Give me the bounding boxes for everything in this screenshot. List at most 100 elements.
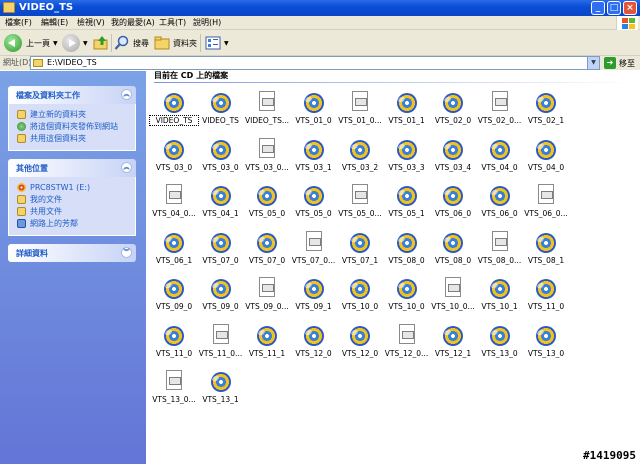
file-item[interactable]: VTS_07_0... [290, 225, 338, 269]
file-item[interactable]: VTS_03_3 [383, 132, 431, 176]
place-drive-e[interactable]: PRC8STW1 (E:) [17, 181, 129, 193]
file-item[interactable]: VTS_10_0 [383, 271, 431, 315]
collapse-icon[interactable]: ︽ [121, 162, 132, 173]
file-name: VTS_09_0... [245, 302, 289, 311]
file-item[interactable]: VTS_06_0 [429, 178, 477, 222]
details-header[interactable]: 詳細資料 ︾ [8, 244, 136, 262]
file-name: VTS_01_1 [388, 116, 425, 125]
search-button[interactable]: 搜尋 [114, 33, 149, 53]
folders-button[interactable]: 資料夾 [154, 33, 197, 53]
menu-favorites[interactable]: 我的最愛(A) [111, 17, 155, 29]
place-network[interactable]: 網路上的芳鄰 [17, 217, 129, 229]
document-file-icon [491, 91, 508, 111]
file-item[interactable]: VTS_04_1 [197, 178, 245, 222]
file-item[interactable]: VTS_04_0 [522, 132, 570, 176]
file-item[interactable]: VTS_06_0... [522, 178, 570, 222]
place-my-documents[interactable]: 我的文件 [17, 193, 129, 205]
dvd-file-icon [489, 325, 510, 346]
file-item[interactable]: VTS_03_2 [336, 132, 384, 176]
file-item[interactable]: VTS_01_1 [383, 85, 431, 129]
address-input[interactable]: E:\VIDEO_TS ▼ [30, 56, 600, 70]
place-label: PRC8STW1 (E:) [30, 182, 91, 192]
menu-file[interactable]: 檔案(F) [5, 17, 32, 29]
other-places-header[interactable]: 其他位置 ︽ [8, 159, 136, 177]
expand-icon[interactable]: ︾ [121, 247, 132, 258]
back-button[interactable]: 上一頁 ▼ [4, 33, 58, 53]
forward-button[interactable]: ▼ [62, 33, 88, 53]
dvd-file-icon [396, 279, 417, 299]
chevron-down-icon[interactable]: ▼ [587, 57, 599, 69]
file-item[interactable]: VTS_12_0 [336, 318, 384, 362]
file-item[interactable]: VTS_03_0... [243, 132, 291, 176]
file-item[interactable]: VTS_09_0... [243, 271, 291, 315]
file-item[interactable]: VTS_09_0 [150, 271, 198, 315]
file-item[interactable]: VTS_12_0... [383, 318, 431, 362]
task-share-folder[interactable]: 共用這個資料夾 [17, 132, 129, 144]
file-item[interactable]: VTS_03_0 [197, 132, 245, 176]
file-item[interactable]: VTS_09_1 [290, 271, 338, 315]
file-item[interactable]: VTS_12_0 [290, 318, 338, 362]
close-button[interactable]: × [623, 1, 637, 15]
file-tasks-header[interactable]: 檔案及資料夾工作 ︽ [8, 86, 136, 104]
file-item[interactable]: VTS_02_1 [522, 85, 570, 129]
file-item[interactable]: VTS_08_1 [522, 225, 570, 269]
file-item[interactable]: VTS_13_0 [476, 318, 524, 362]
file-item[interactable]: VTS_11_0 [522, 271, 570, 315]
file-item[interactable]: VTS_12_1 [429, 318, 477, 362]
file-item[interactable]: VTS_11_1 [243, 318, 291, 362]
menu-bar: 檔案(F) 編輯(E) 檢視(V) 我的最愛(A) 工具(T) 說明(H) [0, 16, 640, 30]
menu-help[interactable]: 說明(H) [193, 17, 221, 29]
file-item[interactable]: VTS_05_1 [383, 178, 431, 222]
file-item[interactable]: VTS_01_0 [290, 85, 338, 129]
go-button[interactable]: ➜ 移至 [604, 56, 635, 70]
file-item[interactable]: VTS_09_0 [197, 271, 245, 315]
file-item[interactable]: VTS_01_0... [336, 85, 384, 129]
title-bar[interactable]: VIDEO_TS _ □ × [0, 0, 640, 16]
file-item[interactable]: VIDEO_TS [197, 85, 245, 129]
file-item[interactable]: VTS_13_1 [197, 364, 245, 408]
file-item[interactable]: VTS_06_1 [150, 225, 198, 269]
up-folder-button[interactable] [93, 33, 109, 53]
file-item[interactable]: VTS_07_0 [243, 225, 291, 269]
file-item[interactable]: VTS_07_1 [336, 225, 384, 269]
file-item[interactable]: VTS_02_0... [476, 85, 524, 129]
file-item[interactable]: VTS_05_0... [336, 178, 384, 222]
task-publish-web[interactable]: 將這個資料夾發佈到網站 [17, 120, 129, 132]
file-item[interactable]: VTS_05_0 [290, 178, 338, 222]
file-item[interactable]: VTS_10_0... [429, 271, 477, 315]
file-item[interactable]: VTS_08_0 [429, 225, 477, 269]
menu-edit[interactable]: 編輯(E) [41, 17, 68, 29]
file-item[interactable]: VTS_02_0 [429, 85, 477, 129]
file-item[interactable]: VTS_03_4 [429, 132, 477, 176]
shared-folder-icon [17, 206, 26, 216]
chevron-down-icon[interactable]: ▼ [83, 40, 88, 47]
file-item[interactable]: VIDEO_TS... [243, 85, 291, 129]
file-item[interactable]: VTS_04_0... [150, 178, 198, 222]
file-item[interactable]: VTS_08_0 [383, 225, 431, 269]
place-shared-documents[interactable]: 共用文件 [17, 205, 129, 217]
file-item[interactable]: VTS_10_1 [476, 271, 524, 315]
task-new-folder[interactable]: 建立新的資料夾 [17, 108, 129, 120]
file-item[interactable]: VTS_11_0... [197, 318, 245, 362]
file-item[interactable]: VTS_13_0... [150, 364, 198, 408]
collapse-icon[interactable]: ︽ [121, 89, 132, 100]
file-item[interactable]: VTS_07_0 [197, 225, 245, 269]
chevron-down-icon[interactable]: ▼ [224, 40, 229, 47]
file-item[interactable]: VTS_03_1 [290, 132, 338, 176]
file-item[interactable]: VTS_08_0... [476, 225, 524, 269]
file-item[interactable]: VTS_13_0 [522, 318, 570, 362]
file-name: VTS_08_1 [527, 255, 565, 265]
file-item[interactable]: VTS_04_0 [476, 132, 524, 176]
menu-view[interactable]: 檢視(V) [77, 17, 105, 29]
file-item[interactable]: VTS_11_0 [150, 318, 198, 362]
views-button[interactable]: ▼ [205, 33, 229, 53]
menu-tools[interactable]: 工具(T) [159, 17, 186, 29]
file-item[interactable]: VTS_03_0 [150, 132, 198, 176]
file-item[interactable]: VTS_06_0 [476, 178, 524, 222]
maximize-button[interactable]: □ [607, 1, 621, 15]
file-item[interactable]: VTS_05_0 [243, 178, 291, 222]
chevron-down-icon[interactable]: ▼ [53, 40, 58, 47]
file-item[interactable]: VIDEO_TS [149, 85, 199, 129]
file-item[interactable]: VTS_10_0 [336, 271, 384, 315]
minimize-button[interactable]: _ [591, 1, 605, 15]
